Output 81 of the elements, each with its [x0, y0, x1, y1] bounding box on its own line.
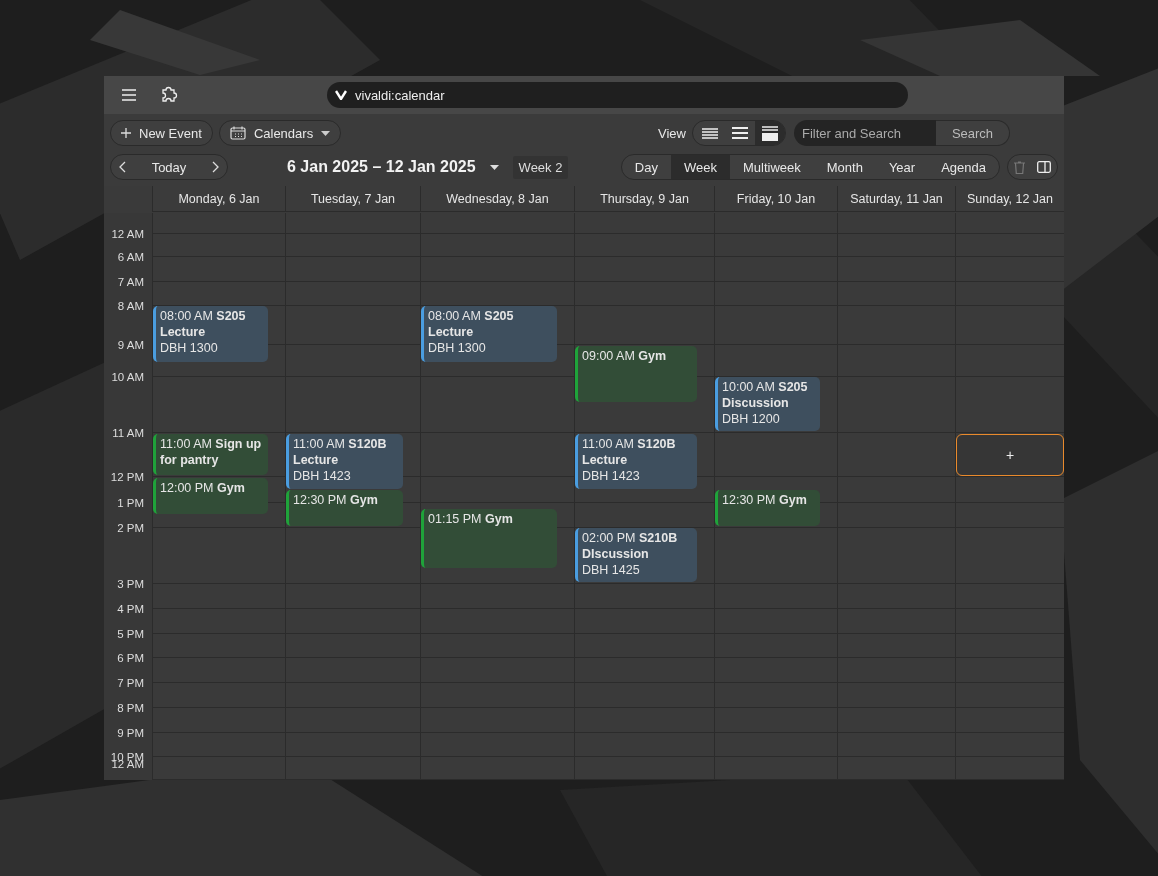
- event-title: 10:00 AM S205 Discussion: [722, 378, 809, 411]
- calendar-icon: [229, 126, 246, 140]
- block-lines-icon[interactable]: [755, 121, 785, 145]
- event-location: DBH 1425: [582, 561, 641, 578]
- calendar-event[interactable]: 10:00 AM S205 Discussion DBH 1200: [715, 376, 820, 431]
- event-title: 02:00 PM S210B DIscussion: [582, 529, 679, 562]
- day-header: Sunday, 12 Jan: [955, 186, 1064, 212]
- calendar-event[interactable]: 01:15 PM Gym: [421, 508, 557, 568]
- caret-icon[interactable]: [489, 164, 499, 170]
- event-location: DBH 1300: [428, 339, 487, 356]
- day-header: Monday, 6 Jan: [152, 186, 285, 212]
- calendar-event[interactable]: 11:00 AM S120B Lecture DBH 1423: [575, 433, 697, 489]
- caret-icon: [321, 130, 331, 136]
- add-event-button[interactable]: +: [956, 433, 1064, 476]
- event-title: 11:00 AM S120B Lecture: [582, 435, 677, 468]
- hour-label: 8 AM: [117, 299, 144, 312]
- day-header: Tuesday, 7 Jan: [285, 186, 420, 212]
- event-title: 11:00 AM S120B Lecture: [293, 435, 388, 468]
- hour-label: 12 AM: [111, 227, 144, 240]
- view-tab[interactable]: Month: [813, 155, 876, 179]
- view-tab[interactable]: Multiweek: [729, 155, 814, 179]
- view-tab[interactable]: Year: [875, 155, 929, 179]
- event-title: 12:00 PM Gym: [160, 479, 246, 496]
- hour-label: 6 AM: [117, 250, 144, 263]
- calendar-event[interactable]: 12:30 PM Gym: [286, 489, 403, 526]
- event-title: 01:15 PM Gym: [428, 510, 514, 527]
- calendar-event[interactable]: 12:00 PM Gym: [153, 477, 268, 514]
- day-header: Friday, 10 Jan: [714, 186, 837, 212]
- week-number: Week 2: [512, 155, 569, 179]
- search-button[interactable]: Search: [936, 120, 1010, 146]
- hour-label: 12 PM: [110, 470, 144, 483]
- calendar-event[interactable]: 12:30 PM Gym: [715, 489, 820, 526]
- hour-label: 5 PM: [117, 627, 144, 640]
- hour-label: 4 PM: [117, 602, 144, 615]
- search-field[interactable]: Filter and Search: [794, 120, 936, 146]
- hour-label: 7 PM: [117, 676, 144, 689]
- view-tab[interactable]: Agenda: [928, 155, 999, 179]
- event-title: 08:00 AM S205 Lecture: [160, 307, 247, 340]
- event-location: DBH 1423: [582, 467, 641, 484]
- hour-label: 1 PM: [117, 496, 144, 509]
- event-title: 12:30 PM Gym: [722, 491, 808, 508]
- hour-label: 2 PM: [117, 521, 144, 534]
- view-tab[interactable]: Day: [621, 155, 671, 179]
- calendar-event[interactable]: 02:00 PM S210B DIscussion DBH 1425: [575, 527, 697, 582]
- new-event-button[interactable]: New Event: [110, 120, 213, 146]
- puzzle-icon[interactable]: [159, 85, 179, 105]
- view-label: View: [658, 125, 686, 141]
- side-panel-icon[interactable]: [1037, 161, 1051, 173]
- calendar-event[interactable]: 08:00 AM S205 Lecture DBH 1300: [153, 305, 268, 362]
- menu-icon[interactable]: [121, 88, 137, 102]
- hour-label: 11 AM: [112, 426, 144, 439]
- hour-label: 8 PM: [117, 701, 144, 714]
- hour-label: 9 PM: [117, 726, 144, 739]
- day-header: Wednesday, 8 Jan: [420, 186, 574, 212]
- calendars-dropdown[interactable]: Calendars: [218, 120, 342, 146]
- event-title: 09:00 AM Gym: [582, 347, 668, 364]
- calendar-event[interactable]: 09:00 AM Gym: [575, 345, 697, 402]
- view-tab[interactable]: Week: [670, 155, 730, 179]
- date-range: 6 Jan 2025 – 12 Jan 2025: [287, 158, 476, 176]
- plus-icon: [121, 128, 131, 138]
- chevron-left-icon[interactable]: [119, 161, 126, 173]
- event-location: DBH 1423: [293, 467, 352, 484]
- event-title: 11:00 AM Sign up for pantry: [160, 435, 263, 468]
- event-title: 12:30 PM Gym: [293, 491, 379, 508]
- address-field[interactable]: vivaldi:calendar: [327, 82, 908, 108]
- hour-label: 9 AM: [117, 338, 144, 351]
- calendar-event[interactable]: 11:00 AM Sign up for pantry: [153, 433, 268, 475]
- calendar-event[interactable]: 11:00 AM S120B Lecture DBH 1423: [286, 433, 403, 489]
- day-header: Thursday, 9 Jan: [574, 186, 714, 212]
- event-title: 08:00 AM S205 Lecture: [428, 307, 515, 340]
- hour-label: 10 AM: [111, 370, 144, 383]
- hour-label: 6 PM: [117, 651, 144, 664]
- hour-label: 3 PM: [117, 577, 144, 590]
- event-location: DBH 1300: [160, 339, 219, 356]
- url-text: vivaldi:calendar: [355, 87, 445, 103]
- hour-label: 7 AM: [117, 275, 144, 288]
- day-header: Saturday, 11 Jan: [837, 186, 955, 212]
- v-logo-icon: [335, 90, 347, 100]
- calendar-event[interactable]: 08:00 AM S205 Lecture DBH 1300: [421, 305, 557, 362]
- chevron-right-icon[interactable]: [212, 161, 219, 173]
- event-location: DBH 1200: [722, 410, 781, 427]
